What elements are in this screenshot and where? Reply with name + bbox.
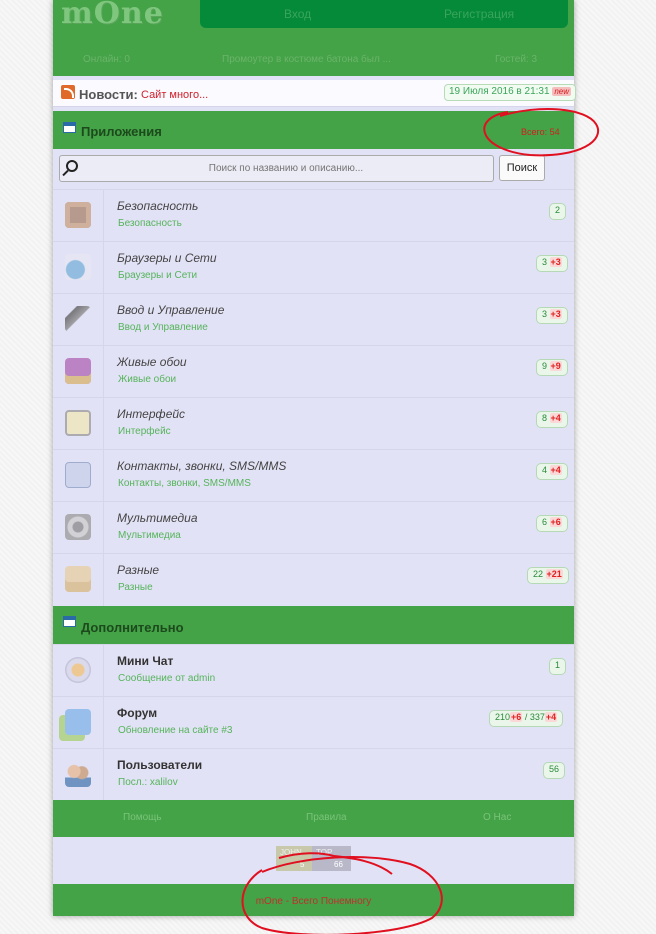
news-link[interactable]: Сайт много... (141, 89, 208, 101)
footer-nav: Помощь Правила О Нас (53, 800, 574, 837)
about-link[interactable]: О Нас (483, 812, 511, 823)
category-title[interactable]: Разные (117, 563, 159, 577)
category-title[interactable]: Безопасность (117, 199, 198, 213)
users-subtitle: Посл.: xalilov (118, 777, 178, 788)
counter-area: JOHN TOP 5 66 (53, 837, 574, 884)
category-count-badge: 6 +6 (536, 515, 568, 532)
site-header: mOne Вход Регистрация Онлайн: 0 Промоуте… (53, 0, 574, 76)
rules-link[interactable]: Правила (306, 812, 347, 823)
category-subtitle: Живые обои (118, 374, 177, 385)
category-row-browsers[interactable]: Браузеры и Сети Браузеры и Сети 3 +3 (53, 241, 574, 294)
category-count-badge: 4 +4 (536, 463, 568, 480)
site-footer: mOne - Всего Понемногу (53, 884, 574, 916)
category-row-misc[interactable]: Разные Разные 22 +21 (53, 553, 574, 606)
users-icon (65, 761, 91, 787)
users-title[interactable]: Пользователи (117, 758, 202, 772)
category-row-multimedia[interactable]: Мультимедиа Мультимедиа 6 +6 (53, 501, 574, 554)
category-title[interactable]: Браузеры и Сети (117, 251, 217, 265)
extra-section-header: Дополнительно (53, 606, 574, 644)
extra-section-icon (63, 616, 76, 627)
chat-subtitle: Сообщение от admin (118, 673, 216, 684)
apps-section-icon (63, 122, 76, 133)
security-icon (65, 202, 91, 228)
news-label: Новости: (79, 87, 138, 102)
counter-label-top: TOP (316, 848, 333, 857)
category-row-interface[interactable]: Интерфейс Интерфейс 8 +4 (53, 397, 574, 450)
news-date-badge: 19 Июля 2016 в 21:31 new (444, 84, 577, 101)
auth-bar: Вход Регистрация (200, 0, 568, 28)
category-title[interactable]: Ввод и Управление (117, 303, 224, 317)
category-count-badge: 2 (549, 203, 567, 220)
login-link[interactable]: Вход (284, 7, 311, 21)
search-button[interactable]: Поиск (499, 155, 545, 181)
category-row-contacts[interactable]: Контакты, звонки, SMS/MMS Контакты, звон… (53, 449, 574, 502)
chat-row[interactable]: Мини Чат Сообщение от admin 1 (53, 644, 574, 697)
rss-icon[interactable] (61, 85, 75, 99)
category-title[interactable]: Мультимедиа (117, 511, 198, 525)
category-title[interactable]: Контакты, звонки, SMS/MMS (117, 459, 286, 473)
apps-section-header: Приложения Всего: 54 (53, 111, 574, 149)
interface-icon (65, 410, 91, 436)
news-date: 19 Июля 2016 в 21:31 (449, 86, 550, 97)
new-badge: new (552, 87, 572, 96)
counter-value-2: 66 (334, 860, 343, 869)
category-subtitle: Безопасность (118, 218, 182, 229)
contacts-icon (65, 462, 91, 488)
category-count-badge: 3 +3 (536, 255, 568, 272)
forum-title[interactable]: Форум (117, 706, 157, 720)
wallpapers-icon (65, 358, 91, 384)
category-subtitle: Мультимедиа (118, 530, 181, 541)
forum-row[interactable]: Форум Обновление на сайте #3 210+6 / 337… (53, 696, 574, 749)
category-subtitle: Интерфейс (118, 426, 171, 437)
category-subtitle: Браузеры и Сети (118, 270, 198, 281)
site-logo[interactable]: mOne (61, 0, 164, 31)
search-field[interactable] (59, 155, 494, 182)
category-row-security[interactable]: Безопасность Безопасность 2 (53, 189, 574, 242)
multimedia-icon (65, 514, 91, 540)
promo-text[interactable]: Промоутер в костюме батона был ... (222, 54, 391, 65)
category-title[interactable]: Живые обои (117, 355, 187, 369)
forum-count-badge: 210+6 / 337+4 (489, 710, 564, 727)
extra-section-title: Дополнительно (81, 620, 184, 635)
category-count-badge: 9 +9 (536, 359, 568, 376)
online-count[interactable]: Онлайн: 0 (83, 54, 130, 65)
page-container: mOne Вход Регистрация Онлайн: 0 Промоуте… (53, 0, 577, 916)
search-icon (66, 160, 78, 172)
category-subtitle: Разные (118, 582, 153, 593)
users-count-badge: 56 (543, 762, 566, 779)
guests-count[interactable]: Гостей: 3 (495, 54, 537, 65)
footer-tagline: mOne - Всего Понемногу (255, 896, 372, 907)
category-row-wallpapers[interactable]: Живые обои Живые обои 9 +9 (53, 345, 574, 398)
category-subtitle: Контакты, звонки, SMS/MMS (118, 478, 251, 489)
chat-title[interactable]: Мини Чат (117, 654, 173, 668)
apps-section-title: Приложения (81, 124, 162, 139)
news-bar: Новости: Сайт много... 19 Июля 2016 в 21… (53, 80, 577, 107)
category-row-input[interactable]: Ввод и Управление Ввод и Управление 3 +3 (53, 293, 574, 346)
register-link[interactable]: Регистрация (444, 7, 514, 21)
top-counter[interactable]: JOHN TOP 5 66 (276, 846, 351, 871)
category-count-badge: 8 +4 (536, 411, 568, 428)
chat-count-badge: 1 (549, 658, 567, 675)
apps-total: Всего: 54 (521, 127, 560, 137)
misc-icon (65, 566, 91, 592)
forum-icon (65, 709, 91, 735)
category-count-badge: 22 +21 (527, 567, 569, 584)
input-icon (65, 306, 91, 332)
category-title[interactable]: Интерфейс (117, 407, 185, 421)
category-count-badge: 3 +3 (536, 307, 568, 324)
forum-subtitle: Обновление на сайте #3 (118, 725, 233, 736)
help-link[interactable]: Помощь (123, 812, 162, 823)
search-row: Поиск (53, 149, 574, 189)
users-row[interactable]: Пользователи Посл.: xalilov 56 (53, 748, 574, 801)
browsers-icon (65, 254, 91, 280)
category-subtitle: Ввод и Управление (118, 322, 208, 333)
chat-icon (65, 657, 91, 683)
counter-label-john: JOHN (280, 848, 302, 857)
counter-value-1: 5 (300, 860, 305, 869)
search-input[interactable] (86, 156, 486, 181)
